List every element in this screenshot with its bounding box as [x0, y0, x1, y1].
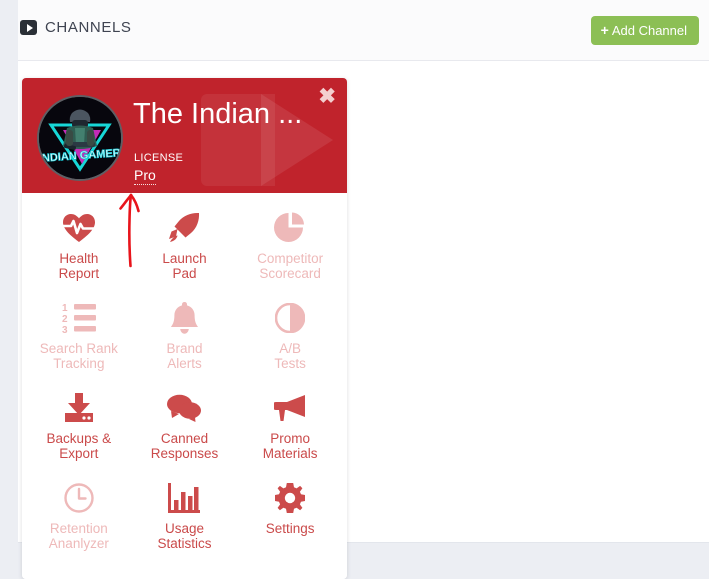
numbered-list-icon: 1 2 3	[62, 301, 96, 335]
plus-icon: +	[600, 22, 609, 38]
tile-search-rank-tracking: 1 2 3 Search Rank Tracking	[26, 291, 132, 381]
page-header: CHANNELS + Add Channel	[18, 0, 709, 61]
pie-chart-icon	[274, 211, 306, 245]
breadcrumb: CHANNELS	[20, 19, 132, 36]
tile-label: Settings	[265, 521, 315, 536]
page-title: CHANNELS	[45, 19, 132, 36]
tile-label: Competitor Scorecard	[257, 251, 324, 281]
tile-label: Backups & Export	[46, 431, 112, 461]
tile-settings[interactable]: Settings	[237, 471, 343, 561]
tile-launch-pad[interactable]: Launch Pad	[132, 201, 238, 291]
feature-tile-grid: Health Report Launch Pad Competitor Scor…	[22, 193, 347, 579]
page-root: CHANNELS + Add Channel INDIAN GAMER The …	[0, 0, 709, 579]
svg-text:2: 2	[62, 314, 68, 325]
add-channel-button[interactable]: + Add Channel	[590, 16, 699, 45]
tile-backups-export[interactable]: Backups & Export	[26, 381, 132, 471]
tile-label: A/B Tests	[274, 341, 306, 371]
tile-health-report[interactable]: Health Report	[26, 201, 132, 291]
channel-avatar-icon: INDIAN GAMER	[39, 97, 121, 179]
play-badge-icon	[20, 20, 37, 35]
svg-text:1: 1	[62, 303, 68, 314]
card-banner: INDIAN GAMER The Indian ... LICENSE Pro …	[22, 78, 347, 193]
gear-icon	[275, 481, 306, 515]
tile-ab-tests: A/B Tests	[237, 291, 343, 381]
bell-icon	[170, 301, 198, 335]
tile-usage-statistics[interactable]: Usage Statistics	[132, 471, 238, 561]
tile-label: Health Report	[58, 251, 100, 281]
clock-icon	[64, 481, 94, 515]
tile-canned-responses[interactable]: Canned Responses	[132, 381, 238, 471]
license-label: LICENSE	[134, 152, 184, 164]
channel-card: INDIAN GAMER The Indian ... LICENSE Pro …	[22, 78, 347, 579]
tile-promo-materials[interactable]: Promo Materials	[237, 381, 343, 471]
tile-label: Canned Responses	[150, 431, 219, 461]
tile-retention-analyzer: Retention Ananlyzer	[26, 471, 132, 561]
license-value[interactable]: Pro	[134, 167, 156, 185]
tile-label: Retention Ananlyzer	[48, 521, 109, 551]
bar-chart-icon	[168, 481, 201, 515]
tile-competitor-scorecard: Competitor Scorecard	[237, 201, 343, 291]
avatar: INDIAN GAMER	[37, 95, 123, 181]
megaphone-icon	[274, 391, 306, 425]
rocket-icon	[168, 211, 200, 245]
channel-title: The Indian ...	[133, 98, 303, 130]
heartbeat-icon	[61, 211, 96, 245]
close-icon[interactable]: ✖	[318, 86, 336, 107]
svg-text:3: 3	[62, 325, 68, 333]
tile-label: Search Rank Tracking	[39, 341, 118, 371]
tile-brand-alerts: Brand Alerts	[132, 291, 238, 381]
tile-label: Promo Materials	[262, 431, 318, 461]
tile-label: Usage Statistics	[157, 521, 212, 551]
download-icon	[63, 391, 95, 425]
add-channel-label: Add Channel	[611, 23, 687, 38]
contrast-icon	[275, 301, 306, 335]
tile-label: Brand Alerts	[166, 341, 203, 371]
tile-label: Launch Pad	[162, 251, 207, 281]
comments-icon	[167, 391, 202, 425]
